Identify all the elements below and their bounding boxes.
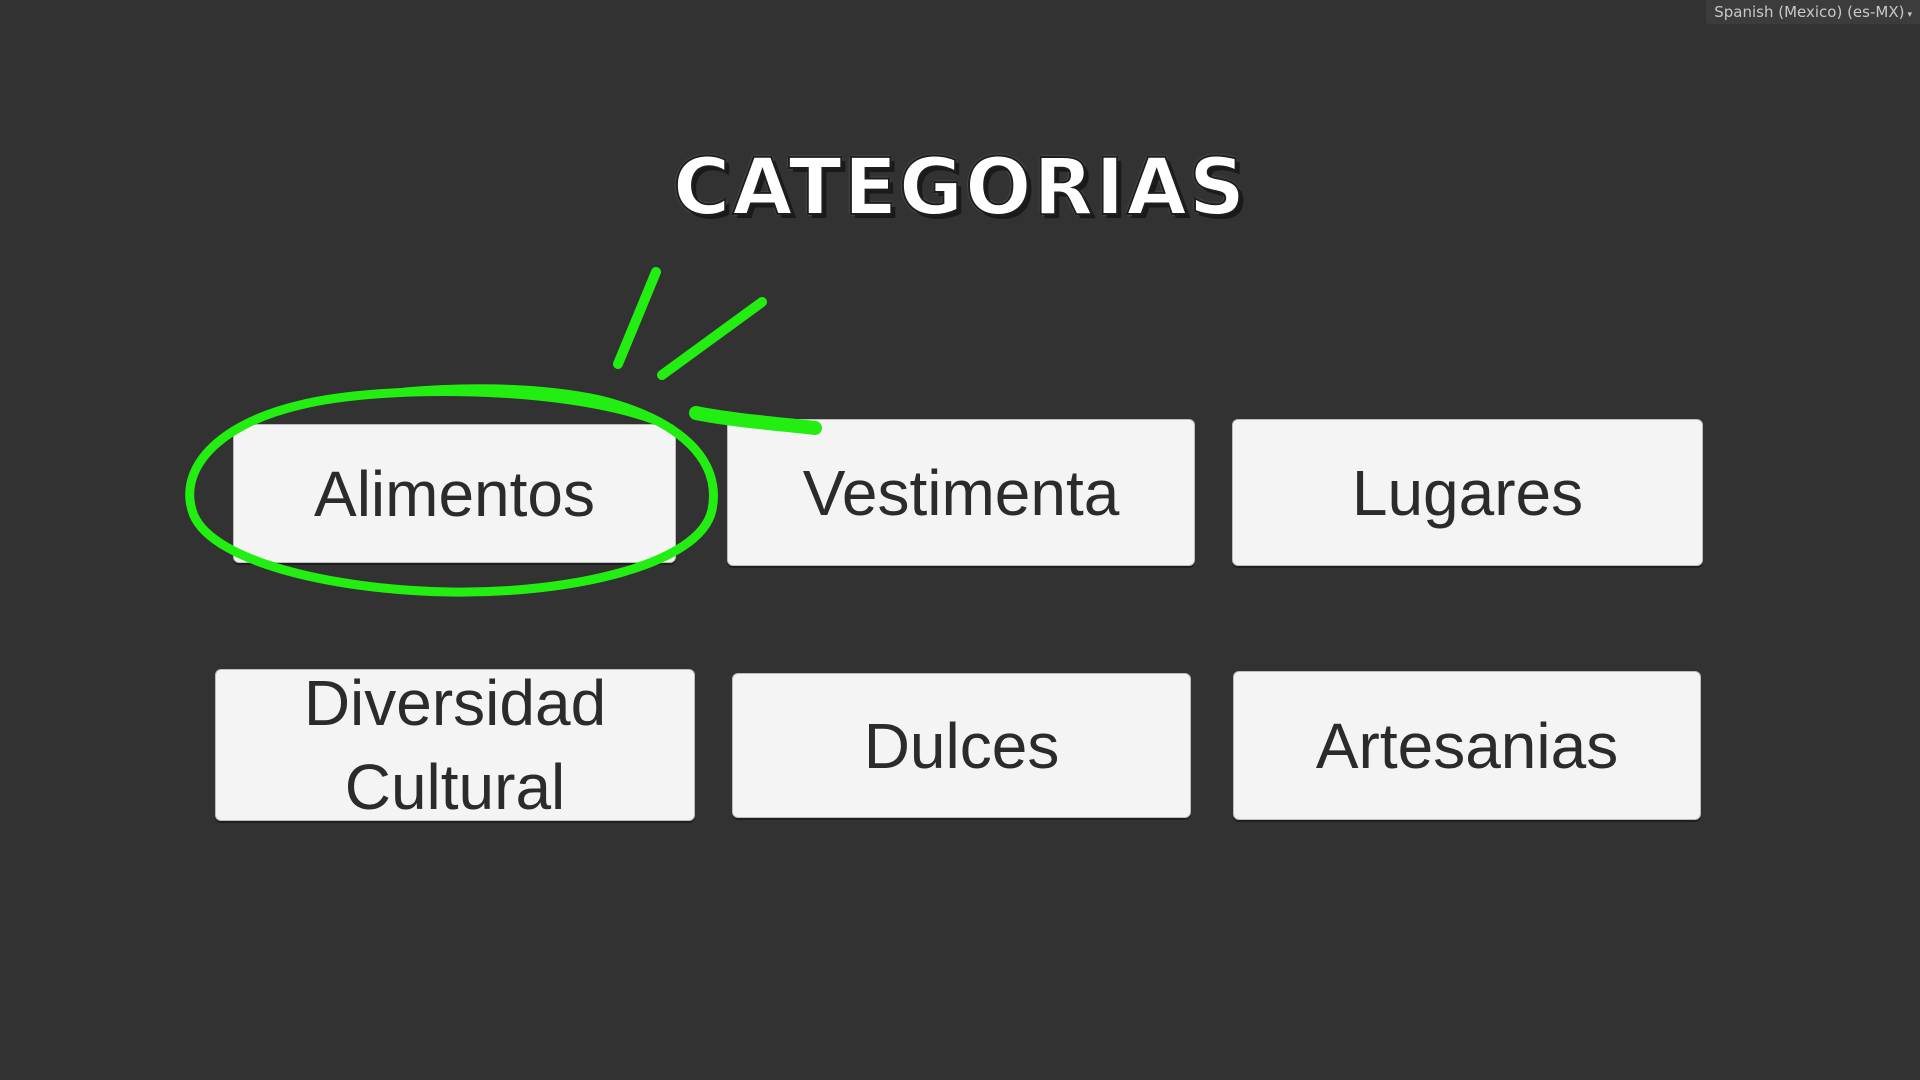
category-label: Artesanias <box>1315 709 1619 782</box>
emphasis-stroke <box>613 267 661 369</box>
category-label: Diversidad Cultural <box>303 667 607 823</box>
category-button-artesanias[interactable]: Artesanias <box>1233 671 1701 820</box>
category-button-vestimenta[interactable]: Vestimenta <box>727 419 1195 566</box>
game-screen: Spanish (Mexico) (es-MX) ▾ CATEGORIAS Ali… <box>0 0 1920 1080</box>
locale-dropdown[interactable]: Spanish (Mexico) (es-MX) ▾ <box>1706 0 1920 24</box>
category-label: Vestimenta <box>802 456 1120 529</box>
emphasis-stroke <box>657 297 767 380</box>
category-label: Dulces <box>863 709 1060 782</box>
chevron-down-icon: ▾ <box>1907 10 1912 20</box>
category-label: Lugares <box>1351 456 1584 529</box>
category-label: Alimentos <box>314 457 595 530</box>
page-title: CATEGORIAS <box>672 143 1247 233</box>
category-button-lugares[interactable]: Lugares <box>1232 419 1703 566</box>
category-button-dulces[interactable]: Dulces <box>732 673 1191 818</box>
category-button-diversidad-cultural[interactable]: Diversidad Cultural <box>215 667 695 823</box>
locale-label: Spanish (Mexico) (es-MX) <box>1714 3 1905 21</box>
category-button-alimentos[interactable]: Alimentos <box>233 424 676 563</box>
